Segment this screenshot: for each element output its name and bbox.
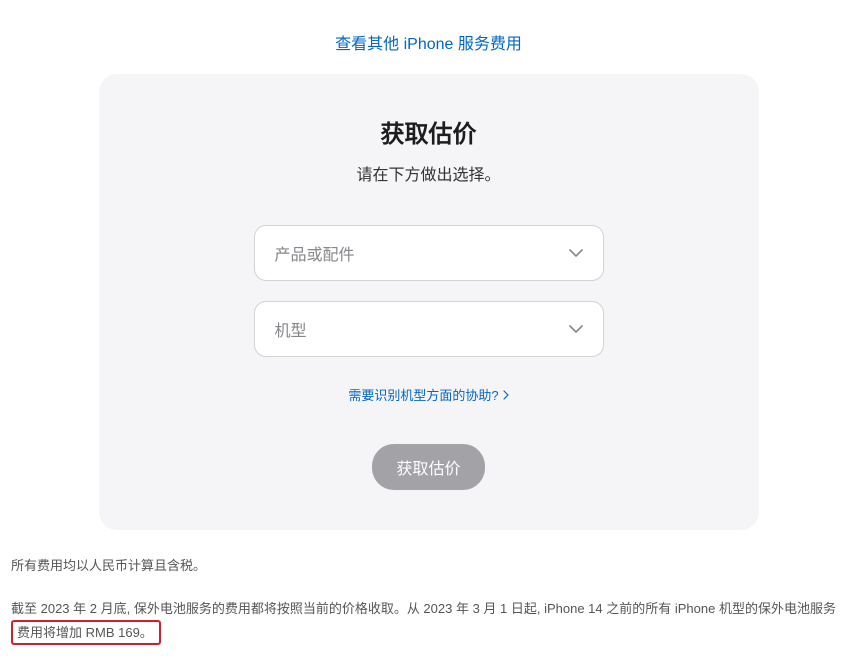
other-service-link[interactable]: 查看其他 iPhone 服务费用 <box>335 36 522 53</box>
model-select[interactable]: 机型 <box>254 301 604 357</box>
chevron-right-icon <box>503 390 509 400</box>
card-subtitle: 请在下方做出选择。 <box>159 161 699 185</box>
estimate-card: 获取估价 请在下方做出选择。 产品或配件 机型 需要识别机型方面的协助? 获取估… <box>99 74 759 530</box>
model-select-wrap: 机型 <box>254 301 604 357</box>
button-row: 获取估价 <box>159 444 699 490</box>
footer-note-2: 截至 2023 年 2 月底, 保外电池服务的费用都将按照当前的价格收取。从 2… <box>11 597 846 646</box>
product-select-placeholder: 产品或配件 <box>275 241 355 265</box>
get-estimate-button[interactable]: 获取估价 <box>372 444 484 490</box>
model-select-placeholder: 机型 <box>275 317 307 341</box>
footer-note-1: 所有费用均以人民币计算且含税。 <box>11 554 846 579</box>
footer-note-2-text: 截至 2023 年 2 月底, 保外电池服务的费用都将按照当前的价格收取。从 2… <box>11 601 836 616</box>
card-title: 获取估价 <box>159 114 699 149</box>
product-select-wrap: 产品或配件 <box>254 225 604 281</box>
chevron-down-icon <box>569 244 583 262</box>
price-increase-highlight: 费用将增加 RMB 169。 <box>11 620 161 645</box>
help-identify-link[interactable]: 需要识别机型方面的协助? <box>348 385 508 404</box>
footer-notes: 所有费用均以人民币计算且含税。 截至 2023 年 2 月底, 保外电池服务的费… <box>0 530 857 646</box>
top-link-container: 查看其他 iPhone 服务费用 <box>0 0 857 74</box>
chevron-down-icon <box>569 320 583 338</box>
product-select[interactable]: 产品或配件 <box>254 225 604 281</box>
help-link-text: 需要识别机型方面的协助? <box>348 385 498 404</box>
